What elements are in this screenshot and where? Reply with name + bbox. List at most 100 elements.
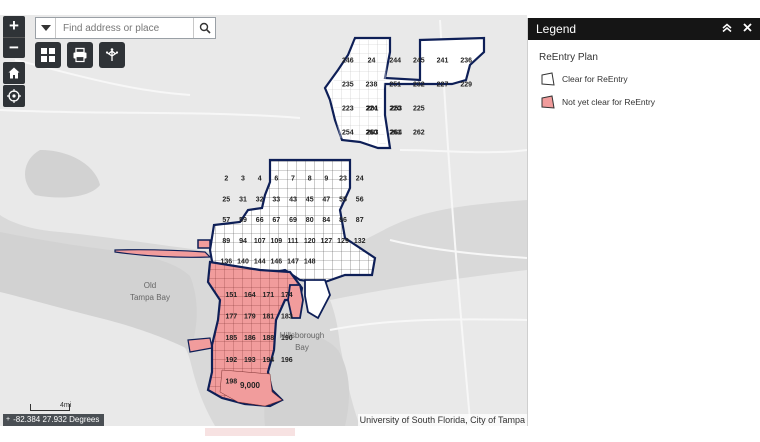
zone-label: 59 [239, 217, 247, 224]
zone-label: 2 [224, 176, 228, 183]
zone-label: 253 [390, 105, 402, 112]
search-icon [199, 22, 211, 34]
share-button[interactable] [99, 42, 125, 68]
top-strip [0, 0, 760, 15]
zoom-in-button[interactable]: + [3, 16, 25, 37]
zone-label: 25 [222, 196, 230, 203]
zone-label: 190 [281, 335, 293, 342]
address-search[interactable] [35, 17, 216, 39]
zone-label: 235 [342, 81, 354, 88]
zone-label: 31 [239, 196, 247, 203]
zone-label: 144 [254, 259, 266, 266]
zone-label: 194 [262, 357, 274, 364]
zone-label: 132 [354, 238, 366, 245]
zone-label: 9 [324, 176, 328, 183]
collapse-icon[interactable] [722, 23, 732, 36]
zone-label: 45 [306, 196, 314, 203]
zone-label: 66 [256, 217, 264, 224]
zone-label: 185 [225, 335, 237, 342]
zone-label: 245 [413, 57, 425, 64]
zone-label: 94 [239, 238, 247, 245]
district-harbour-clear[interactable] [304, 279, 331, 320]
search-source-dropdown[interactable] [36, 18, 56, 38]
zone-label: 24 [368, 57, 376, 64]
grid-icon [41, 48, 55, 62]
print-button[interactable] [67, 42, 93, 68]
legend-layer-title: ReEntry Plan [539, 52, 598, 63]
place-label: Tampa Bay [130, 293, 170, 302]
zone-label: 238 [366, 81, 378, 88]
zone-label: 140 [237, 259, 249, 266]
zone-label: 23 [339, 176, 347, 183]
zone-label: 146 [270, 259, 282, 266]
home-icon [8, 67, 20, 79]
swatch-notclear-icon [541, 95, 555, 109]
zone-label: 229 [460, 81, 472, 88]
zone-label: 57 [222, 217, 230, 224]
zone-label: 56 [356, 196, 364, 203]
zone-label: 9,000 [240, 381, 261, 390]
zone-label: 84 [322, 217, 330, 224]
bottom-strip [0, 426, 760, 442]
zoom-out-button[interactable]: − [3, 37, 25, 58]
zone-label: 111 [288, 238, 299, 245]
zone-label: 148 [304, 259, 316, 266]
home-button[interactable] [3, 62, 25, 84]
zone-label: 246 [342, 57, 354, 64]
zone-label: 196 [281, 357, 293, 364]
zone-label: 201 [367, 105, 379, 112]
caret-down-icon [40, 25, 51, 31]
district-west-notclear[interactable] [197, 239, 211, 249]
zone-label: 183 [281, 314, 293, 321]
zone-label: 223 [342, 105, 354, 112]
zone-label: 147 [287, 259, 299, 266]
close-icon[interactable] [743, 23, 752, 35]
legend-panel: Legend ReEntry Plan Clear for ReEntry No… [527, 18, 760, 426]
zone-label: 171 [262, 292, 274, 299]
zone-label: 43 [289, 196, 297, 203]
zone-label: 69 [289, 217, 297, 224]
locate-button[interactable] [3, 85, 25, 107]
district-southwest-notclear[interactable] [187, 337, 213, 353]
place-label: Bay [295, 343, 309, 352]
map-canvas[interactable]: Old Tampa Bay Hillsborough Bay 246 24 244 2… [0, 15, 527, 426]
zone-label: 174 [281, 292, 293, 299]
printer-icon [73, 47, 87, 63]
locate-icon [7, 89, 21, 103]
zone-label: 32 [256, 196, 264, 203]
swatch-clear-icon [541, 72, 555, 86]
scale-label: 4mi [60, 402, 72, 409]
legend-item: Not yet clear for ReEntry [541, 95, 760, 109]
zone-label: 244 [389, 57, 401, 64]
map-view[interactable]: Old Tampa Bay Hillsborough Bay 246 24 244 2… [0, 15, 527, 426]
zone-label: 186 [244, 335, 256, 342]
zone-label: 262 [413, 129, 425, 136]
search-button[interactable] [193, 18, 215, 38]
search-input[interactable] [56, 18, 193, 38]
zone-label: 4 [258, 176, 262, 183]
basemap-gallery-button[interactable] [35, 42, 61, 68]
zone-label: 227 [437, 81, 449, 88]
zone-label: 6 [274, 176, 278, 183]
zoom-control: + − [3, 16, 25, 58]
pin-icon: + [6, 416, 11, 423]
coordinate-readout[interactable]: + -82.384 27.932 Degrees [3, 414, 105, 426]
zone-label: 136 [220, 259, 232, 266]
map-attribution: University of South Florida, City of Tam… [357, 414, 527, 426]
legend-header: Legend [528, 18, 760, 40]
zone-label: 181 [262, 314, 274, 321]
legend-item-label: Clear for ReEntry [562, 74, 628, 84]
zone-label: 264 [390, 129, 402, 136]
zone-label: 33 [272, 196, 280, 203]
zone-label: 251 [389, 81, 401, 88]
zone-label: 151 [225, 292, 237, 299]
zone-label: 3 [241, 176, 245, 183]
zone-label: 87 [356, 217, 364, 224]
zone-label: 89 [222, 238, 230, 245]
zone-label: 24 [356, 176, 364, 183]
legend-item: Clear for ReEntry [541, 72, 760, 86]
zone-label: 80 [306, 217, 314, 224]
zone-label: 129 [337, 238, 349, 245]
zone-label: 198 [225, 378, 237, 385]
zone-label: 107 [254, 238, 266, 245]
